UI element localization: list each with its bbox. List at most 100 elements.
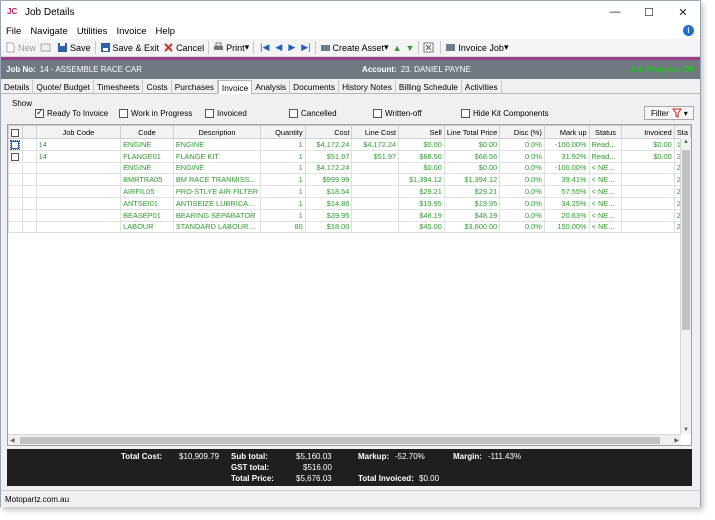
column-header-sell[interactable]: Sell [398, 125, 445, 139]
cell-disc[interactable]: 0.0% [499, 220, 545, 234]
cell-code[interactable]: BMRTRA05 [120, 173, 174, 187]
cell-cost[interactable]: $18.54 [304, 185, 353, 198]
cell-invoiced[interactable]: $0.00 [621, 138, 675, 151]
cell-cost[interactable]: $4,172.24 [304, 161, 353, 175]
column-header-sta[interactable]: Sta [673, 125, 691, 139]
tab-quote-budget[interactable]: Quote/ Budget [33, 80, 94, 94]
menu-help[interactable]: Help [156, 26, 176, 37]
cell-sell[interactable]: $0.00 [398, 138, 445, 151]
cell-line-total-price[interactable]: $3,600.00 [443, 220, 501, 234]
tab-purchases[interactable]: Purchases [172, 80, 218, 94]
column-header-line-cost[interactable]: Line Cost [351, 125, 400, 139]
column-header-description[interactable]: Description [172, 125, 262, 139]
last-record-icon[interactable]: ▶| [301, 42, 310, 53]
cell-sell[interactable]: $45.00 [398, 220, 445, 234]
row-checkbox-cell[interactable] [8, 149, 23, 163]
cell-job-code[interactable] [35, 173, 122, 187]
cell-status[interactable]: < NE... [588, 161, 623, 175]
cell-disc[interactable]: 0.0% [499, 208, 545, 222]
scroll-up-icon[interactable]: ▲ [683, 139, 689, 145]
cell-status[interactable]: < NE... [588, 208, 623, 222]
cell-disc[interactable]: 0.0% [499, 161, 545, 175]
column-header-code[interactable]: Code [120, 125, 174, 139]
tab-costs[interactable]: Costs [143, 80, 172, 94]
filter-ready-to-invoice[interactable]: Ready To Invoice [35, 107, 108, 118]
cell-job-code[interactable]: 14 [35, 149, 122, 163]
cell-mark-up[interactable]: -100.00% [543, 138, 590, 151]
cell-mark-up[interactable]: 57.55% [543, 185, 590, 198]
cell-mark-up[interactable]: 31.92% [543, 149, 590, 163]
previous-record-icon[interactable]: ◀ [275, 42, 282, 53]
cell-description[interactable]: BM RACE TRANMISS... [172, 173, 262, 187]
cell-cost[interactable]: $999.99 [304, 173, 353, 187]
cell-line-total-price[interactable]: $19.95 [443, 196, 501, 210]
horizontal-scrollbar[interactable]: ◀ ▶ [8, 434, 681, 445]
info-icon[interactable]: i [683, 25, 694, 36]
column-header-mark-up[interactable]: Mark up [543, 125, 590, 139]
cell-quantity[interactable]: 1 [260, 185, 306, 198]
scroll-left-icon[interactable]: ◀ [10, 437, 15, 444]
cell-line-total-price[interactable]: $0.00 [443, 161, 501, 175]
cell-line-total-price[interactable]: $0.00 [443, 138, 501, 151]
cell-quantity[interactable]: 1 [260, 138, 306, 151]
cell-description[interactable]: ENGINE [172, 138, 262, 151]
tab-activities[interactable]: Activities [462, 80, 502, 94]
cell-disc[interactable]: 0.0% [499, 138, 545, 151]
cell-description[interactable]: STANDARD LABOUR ... [172, 220, 262, 234]
cell-invoiced[interactable] [621, 208, 675, 222]
cell-mark-up[interactable]: 150.00% [543, 220, 590, 234]
cell-mark-up[interactable]: -100.00% [543, 161, 590, 175]
vertical-scrollbar[interactable]: ▲ ▼ [680, 138, 691, 434]
cell-cost[interactable]: $18.00 [304, 220, 353, 234]
filter-invoiced[interactable]: Invoiced [205, 109, 247, 118]
cell-job-code[interactable]: 14 [35, 138, 122, 151]
print-button[interactable]: Print ▾ [213, 42, 249, 53]
tab-history-notes[interactable]: History Notes [339, 80, 396, 94]
filter-cancelled[interactable]: Cancelled [289, 109, 337, 118]
scroll-right-icon[interactable]: ▶ [674, 437, 679, 444]
cell-disc[interactable]: 0.0% [499, 185, 545, 198]
save-exit-button[interactable]: Save & Exit [100, 42, 159, 53]
row-checkbox-cell[interactable] [8, 138, 23, 151]
cell-quantity[interactable]: 1 [260, 149, 306, 163]
cell-quantity[interactable]: 1 [260, 173, 306, 187]
checkbox[interactable] [11, 152, 20, 161]
cell-sell[interactable]: $48.19 [398, 208, 445, 222]
checkbox[interactable] [205, 109, 214, 118]
clear-button[interactable] [423, 42, 436, 53]
cell-mark-up[interactable]: 20.63% [543, 208, 590, 222]
horizontal-scroll-thumb[interactable] [20, 437, 660, 444]
filter-hide-kit-components[interactable]: Hide Kit Components [461, 109, 549, 118]
cell-description[interactable]: FLANGE KIT [172, 149, 262, 163]
cell-line-cost[interactable]: $51.97 [351, 149, 400, 163]
edit-button[interactable] [40, 42, 53, 53]
move-down-button[interactable]: ▼ [405, 43, 414, 53]
cell-invoiced[interactable] [621, 196, 675, 210]
vertical-scroll-thumb[interactable] [682, 150, 690, 330]
cell-cost[interactable]: $51.97 [304, 149, 353, 163]
column-header-job-code[interactable]: Job Code [35, 125, 122, 139]
cell-code[interactable]: ANTSEI01 [120, 196, 174, 210]
tab-invoice[interactable]: Invoice [217, 80, 253, 94]
cell-invoiced[interactable] [621, 161, 675, 175]
cell-job-code[interactable] [35, 185, 122, 198]
table-row[interactable]: 14 FLANGE01 FLANGE KIT 1 $51.97 $51.97 $… [8, 149, 691, 163]
checkbox[interactable] [11, 128, 20, 137]
cell-code[interactable]: BEASEP01 [120, 208, 174, 222]
cell-code[interactable]: LABOUR [120, 220, 174, 234]
table-row[interactable]: BEASEP01 BEARING SEPARATOR 1 $39.95 $48.… [8, 208, 691, 222]
cell-code[interactable]: ENGINE [120, 138, 174, 151]
cell-job-code[interactable] [35, 196, 122, 210]
cell-job-code[interactable] [35, 220, 122, 234]
filter-written-off[interactable]: Written-off [373, 109, 422, 118]
cell-status[interactable]: Read... [588, 138, 623, 151]
tab-analysis[interactable]: Analysis [252, 80, 291, 94]
cell-job-code[interactable] [35, 208, 122, 222]
cell-status[interactable]: < NE... [588, 220, 623, 234]
select-all-header[interactable] [8, 125, 23, 139]
close-button[interactable]: ✕ [666, 1, 700, 23]
cell-code[interactable]: ENGINE [120, 161, 174, 175]
cell-job-code[interactable] [35, 161, 122, 175]
invoice-job-button[interactable]: Invoice Job ▾ [445, 42, 508, 53]
menu-file[interactable]: File [6, 26, 21, 37]
